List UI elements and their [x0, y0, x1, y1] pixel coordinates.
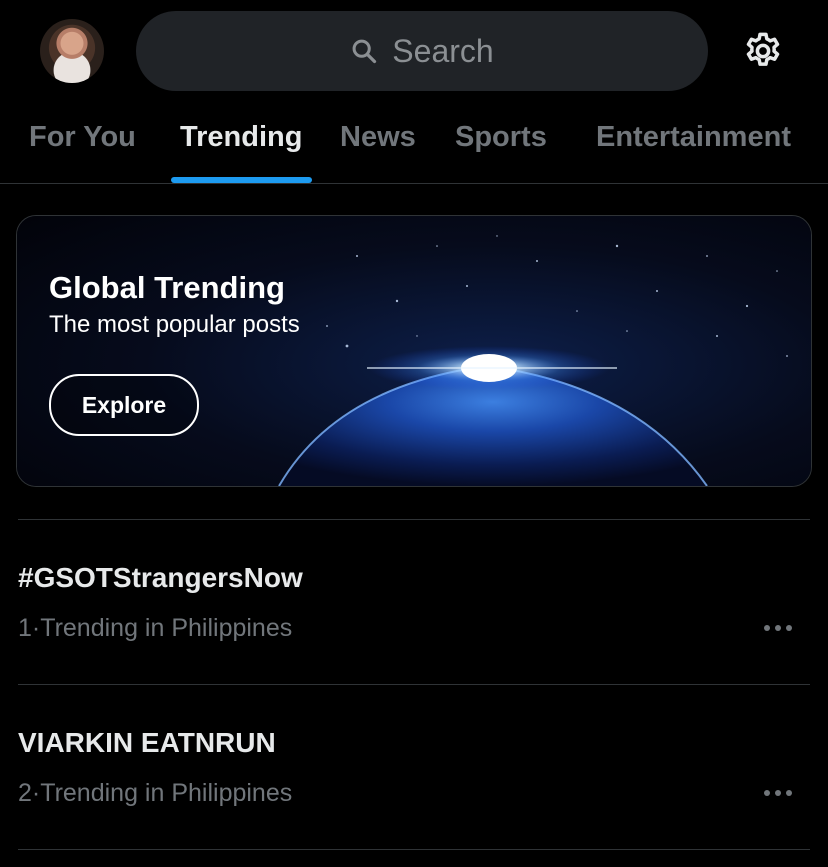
- trend-name: VIARKIN EATNRUN: [18, 727, 276, 758]
- trend-separator: ·: [31, 779, 41, 807]
- explore-button[interactable]: Explore: [49, 374, 199, 436]
- trend-separator: ·: [31, 614, 41, 642]
- tab-bar: For You Trending News Sports Entertainme…: [0, 105, 828, 184]
- trend-location: Trending in Philippines: [40, 614, 293, 642]
- trend-location: Trending in Philippines: [40, 779, 293, 807]
- tab-news[interactable]: News: [340, 121, 416, 154]
- banner-title: Global Trending: [49, 270, 285, 305]
- search-icon: [352, 39, 377, 64]
- trend-context: 1·Trending in Philippines: [18, 614, 292, 643]
- global-trending-banner[interactable]: Global Trending The most popular posts E…: [16, 215, 812, 487]
- tab-sports[interactable]: Sports: [455, 121, 547, 154]
- profile-avatar[interactable]: [40, 19, 104, 83]
- trend-context: 2·Trending in Philippines: [18, 779, 292, 808]
- more-options-icon[interactable]: [762, 788, 794, 798]
- tab-entertainment[interactable]: Entertainment: [596, 121, 791, 154]
- tab-for-you[interactable]: For You: [29, 121, 136, 154]
- trend-item[interactable]: #GSOTStrangersNow 1·Trending in Philippi…: [0, 520, 828, 684]
- banner-subtitle: The most popular posts: [49, 311, 300, 338]
- gear-icon[interactable]: [742, 30, 784, 72]
- earth-from-space-image: [17, 216, 811, 486]
- active-tab-indicator: [171, 177, 312, 183]
- more-options-icon[interactable]: [762, 623, 794, 633]
- trend-name: #GSOTStrangersNow: [18, 562, 303, 593]
- divider: [18, 849, 810, 850]
- top-bar: Search: [0, 0, 828, 105]
- trend-item[interactable]: VIARKIN EATNRUN 2·Trending in Philippine…: [0, 685, 828, 849]
- tab-trending[interactable]: Trending: [180, 121, 302, 154]
- search-bar[interactable]: Search: [136, 11, 708, 91]
- search-placeholder: Search: [392, 32, 494, 69]
- trend-rank: 2: [18, 779, 32, 807]
- trend-rank: 1: [18, 614, 32, 642]
